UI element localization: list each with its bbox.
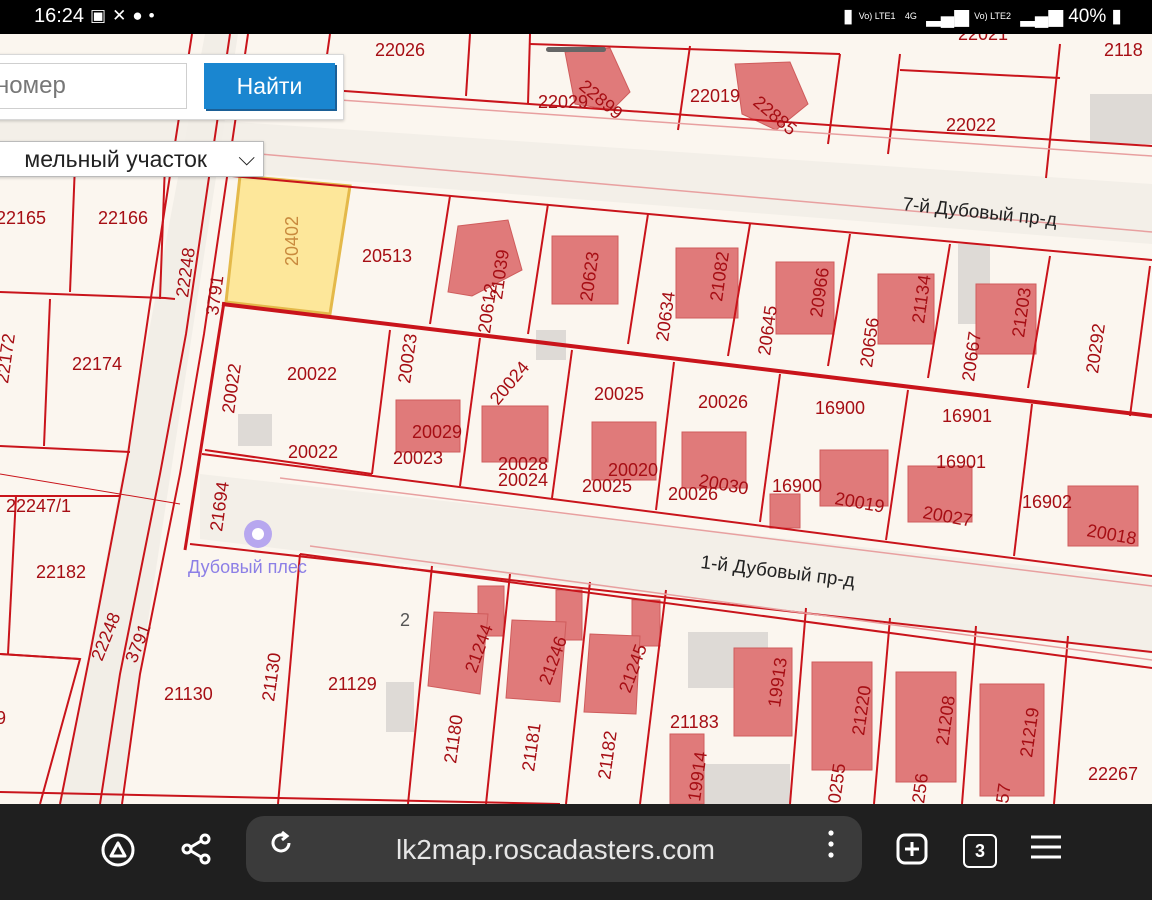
find-button[interactable]: Найти xyxy=(204,63,335,109)
parcel-label: 20023 xyxy=(393,448,443,468)
poi-label: Дубовый плес xyxy=(188,557,307,577)
parcel-label: 16901 xyxy=(936,452,986,472)
parcel-label: 20024 xyxy=(486,357,534,408)
parcel-label: 2 xyxy=(400,610,410,630)
parcel-label: 2118 xyxy=(1104,40,1143,60)
parcel-label: 16902 xyxy=(1022,492,1072,512)
parcel-label: 16901 xyxy=(942,406,992,426)
parcel-label: 20667 xyxy=(958,330,985,382)
parcel-label: 16900 xyxy=(815,398,865,418)
new-tab-icon[interactable] xyxy=(894,832,930,872)
signal-icon-2: ▂▄▆ xyxy=(1020,6,1063,27)
parcel-label: 20656 xyxy=(856,316,883,368)
drag-handle[interactable] xyxy=(546,47,606,52)
parcel-label: 22166 xyxy=(98,208,148,228)
dot-icon: • xyxy=(148,6,161,25)
chat-icon: ● xyxy=(132,6,149,25)
parcel-label: 20022 xyxy=(287,364,337,384)
reload-icon[interactable] xyxy=(264,829,298,869)
parcel-label: 21183 xyxy=(670,712,719,732)
parcel-label: 21130 xyxy=(258,652,285,703)
menu-icon[interactable] xyxy=(1026,832,1066,872)
parcel-label: 20028 xyxy=(498,454,548,474)
parcel-label: 20029 xyxy=(412,422,462,442)
parcel-label: 16900 xyxy=(772,476,822,496)
chevron-down-icon: ⌵ xyxy=(238,145,255,170)
parcel-label: 21182 xyxy=(594,730,621,781)
address-bar[interactable]: lk2map.roscadasters.com xyxy=(246,816,862,882)
object-type-select[interactable]: мельный участок ⌵ xyxy=(0,141,264,177)
signal-icon: ▂▄▆ xyxy=(926,6,969,27)
battery-level: 40% xyxy=(1068,6,1107,27)
notification-icons: ▣✕●• xyxy=(90,6,161,26)
parcel-label: 256 xyxy=(908,772,932,804)
parcel-label-selected: 20402 xyxy=(282,216,302,266)
sim1-label: Vo) LTE1 xyxy=(858,11,896,22)
parcel-label: 20513 xyxy=(362,246,412,266)
parcel-label: 21129 xyxy=(328,674,377,694)
parcel-label: 0255 xyxy=(824,762,849,804)
object-type-value: мельный участок xyxy=(24,146,207,172)
parcel-label: 21181 xyxy=(518,722,545,773)
url-text: lk2map.roscadasters.com xyxy=(396,834,716,865)
gallery-icon: ▣ xyxy=(90,6,113,25)
parcel-label: 22165 xyxy=(0,208,46,228)
parcel-label: 57 xyxy=(992,782,1015,804)
parcel-label: 22267 xyxy=(1088,764,1138,784)
parcel-label: 20023 xyxy=(394,332,421,384)
parcel-label: 21180 xyxy=(440,714,467,765)
parcel-label: 20022 xyxy=(218,362,245,414)
system-icons: ▮ Vo) LTE1 4G ▂▄▆ Vo) LTE2 ▂▄▆ 40% ▮ xyxy=(843,5,1122,28)
parcel-label: 22174 xyxy=(72,354,122,374)
sim2-label: Vo) LTE2 xyxy=(974,11,1011,22)
home-icon[interactable] xyxy=(98,832,138,872)
parcel-label: 20292 xyxy=(1082,322,1109,374)
parcel-label: 22022 xyxy=(946,115,996,135)
parcel-label: 20026 xyxy=(698,392,748,412)
parcel-label: 22247/1 xyxy=(6,496,71,516)
battery-icon: ▮ xyxy=(1111,6,1122,27)
search-panel: Найти xyxy=(0,54,344,120)
parcel-label: 22019 xyxy=(690,86,740,106)
parcel-label: 9 xyxy=(0,708,6,728)
tabs-count-button[interactable]: 3 xyxy=(963,834,997,868)
parcel-label: 22021 xyxy=(958,34,1008,44)
parcel-label: 22026 xyxy=(375,40,425,60)
parcel-label: 20645 xyxy=(754,304,781,356)
clock: 16:24 xyxy=(34,5,85,27)
cadastral-map[interactable]: 7-й Дубовый пр-д 1-й Дубовый пр-д Дубовы… xyxy=(0,34,1152,804)
parcel-label: 20020 xyxy=(608,460,658,480)
battery-saver-icon: ▮ xyxy=(842,6,854,27)
poi-marker-center xyxy=(252,528,264,540)
missed-call-icon: ✕ xyxy=(112,6,133,25)
parcel-label: 20025 xyxy=(594,384,644,404)
parcel-label: 20634 xyxy=(652,290,679,342)
net-gen-label: 4G xyxy=(904,11,917,22)
status-bar: 16:24 ▣✕●• ▮ Vo) LTE1 4G ▂▄▆ Vo) LTE2 ▂▄… xyxy=(0,0,1152,34)
share-icon[interactable] xyxy=(176,832,216,872)
parcel-label: 22182 xyxy=(36,562,86,582)
search-input[interactable] xyxy=(0,63,187,109)
browser-toolbar: lk2map.roscadasters.com 3 xyxy=(0,804,1152,900)
parcel-label: 21130 xyxy=(164,684,213,704)
more-vertical-icon[interactable] xyxy=(816,829,846,869)
parcel-label: 20022 xyxy=(288,442,338,462)
parcel-label: 22172 xyxy=(0,332,19,384)
